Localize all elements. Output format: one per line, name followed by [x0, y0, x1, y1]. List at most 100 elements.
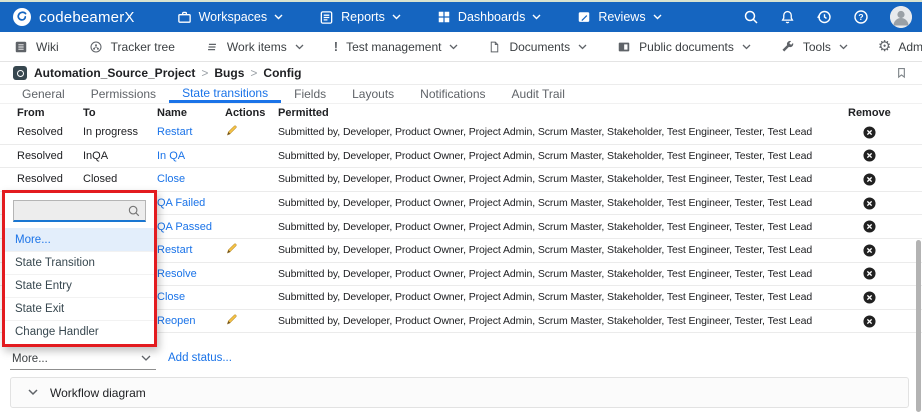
transition-link[interactable]: In QA: [157, 150, 185, 162]
dropdown-option-more[interactable]: More...: [5, 228, 154, 251]
remove-icon[interactable]: [863, 173, 876, 186]
remove-icon[interactable]: [863, 197, 876, 210]
header-actions: Actions: [225, 107, 278, 119]
more-select[interactable]: More...: [10, 348, 156, 370]
toolbar-item-tools[interactable]: Tools: [781, 40, 848, 54]
tab-notifications[interactable]: Notifications: [407, 85, 498, 103]
nav-menu-dashboards[interactable]: Dashboards: [437, 10, 541, 25]
toolbar-item-label: Wiki: [36, 40, 59, 54]
edit-pencil-icon[interactable]: [225, 124, 238, 137]
reports-icon: [319, 10, 334, 25]
transition-link[interactable]: Resolve: [157, 268, 197, 280]
breadcrumb: Automation_Source_Project > Bugs > Confi…: [0, 62, 922, 85]
breadcrumb-page[interactable]: Config: [263, 66, 301, 80]
bookmark-icon[interactable]: [895, 66, 908, 80]
nav-menu-label: Reviews: [598, 10, 645, 24]
help-icon[interactable]: ?: [853, 9, 869, 25]
nav-right-icons: ?: [743, 6, 912, 28]
search-icon[interactable]: [743, 9, 759, 25]
toolbar-item-label: Documents: [509, 40, 570, 54]
toolbar-item-work-items[interactable]: Work items: [205, 40, 304, 54]
remove-icon[interactable]: [863, 244, 876, 257]
table-row: Resolved InQA In QA Submitted by, Develo…: [0, 145, 922, 169]
more-select-label: More...: [12, 353, 48, 365]
breadcrumb-project[interactable]: Automation_Source_Project: [34, 66, 195, 80]
collapse-chevron-icon: [28, 389, 38, 396]
chevron-down-icon: [578, 44, 587, 50]
nav-menu-reports[interactable]: Reports: [319, 10, 401, 25]
cell-to: InQA: [83, 150, 157, 162]
breadcrumb-separator: >: [250, 66, 257, 80]
user-avatar[interactable]: [890, 6, 912, 28]
chevron-down-icon: [653, 14, 662, 20]
nav-menu-reviews[interactable]: Reviews: [577, 10, 661, 25]
cell-permitted: Submitted by, Developer, Product Owner, …: [278, 197, 832, 209]
dropdown-option-state-exit[interactable]: State Exit: [5, 297, 154, 320]
tab-audit-trail[interactable]: Audit Trail: [499, 85, 578, 103]
toolbar-item-documents[interactable]: Documents: [488, 40, 587, 54]
history-icon[interactable]: [816, 9, 832, 25]
logo-text: codebeamerX: [39, 9, 135, 26]
cell-permitted: Submitted by, Developer, Product Owner, …: [278, 244, 832, 256]
remove-icon[interactable]: [863, 149, 876, 162]
vertical-scrollbar-thumb[interactable]: [916, 240, 921, 412]
add-status-link[interactable]: Add status...: [168, 352, 232, 364]
svg-text:?: ?: [858, 12, 863, 22]
cell-from: Resolved: [17, 150, 83, 162]
dropdown-option-change-handler[interactable]: Change Handler: [5, 320, 154, 343]
header-permitted: Permitted: [278, 107, 832, 119]
codebeamer-logo[interactable]: codebeamerX: [12, 7, 135, 27]
chevron-down-icon: [742, 44, 751, 50]
breadcrumb-tracker[interactable]: Bugs: [214, 66, 244, 80]
table-row: Resolved In progress Restart Submitted b…: [0, 121, 922, 145]
transition-link[interactable]: Restart: [157, 126, 192, 138]
remove-icon[interactable]: [863, 220, 876, 233]
transition-link[interactable]: QA Passed: [157, 221, 212, 233]
toolbar-item-label: Work items: [227, 40, 287, 54]
notifications-icon[interactable]: [780, 9, 795, 25]
reviews-icon: [577, 10, 591, 24]
transition-link[interactable]: Restart: [157, 244, 192, 256]
toolbar-item-tracker-tree[interactable]: Tracker tree: [89, 40, 175, 54]
chevron-down-icon: [839, 44, 848, 50]
tab-general[interactable]: General: [9, 85, 78, 103]
cell-permitted: Submitted by, Developer, Product Owner, …: [278, 221, 832, 233]
project-toolbar: Wiki Tracker tree Work items Test manage…: [0, 32, 922, 62]
project-icon: [13, 66, 27, 80]
remove-icon[interactable]: [863, 315, 876, 328]
transition-link[interactable]: QA Failed: [157, 197, 205, 209]
header-remove: Remove: [832, 107, 907, 119]
edit-pencil-icon[interactable]: [225, 242, 238, 255]
chevron-down-icon: [532, 14, 541, 20]
remove-icon[interactable]: [863, 291, 876, 304]
remove-icon[interactable]: [863, 267, 876, 280]
workflow-diagram-section[interactable]: Workflow diagram: [10, 377, 909, 408]
toolbar-item-test-management[interactable]: Test management: [334, 39, 459, 54]
toolbar-item-wiki[interactable]: Wiki: [14, 40, 59, 54]
nav-menu-workspaces[interactable]: Workspaces: [177, 10, 284, 25]
remove-icon[interactable]: [863, 126, 876, 139]
dropdown-option-state-transition[interactable]: State Transition: [5, 251, 154, 274]
chevron-down-icon: [449, 44, 458, 50]
header-name: Name: [157, 107, 225, 119]
tab-layouts[interactable]: Layouts: [339, 85, 407, 103]
wiki-icon: [14, 40, 28, 54]
tab-state-transitions[interactable]: State transitions: [169, 85, 281, 103]
header-from: From: [17, 107, 83, 119]
admin-menu[interactable]: Admin: [878, 39, 922, 54]
edit-pencil-icon[interactable]: [225, 313, 238, 326]
transition-link[interactable]: Close: [157, 173, 185, 185]
toolbar-item-label: Tracker tree: [111, 40, 175, 54]
cell-permitted: Submitted by, Developer, Product Owner, …: [278, 173, 832, 185]
transition-link[interactable]: Reopen: [157, 315, 196, 327]
toolbar-item-public-documents[interactable]: Public documents: [617, 40, 751, 54]
toolbar-item-label: Test management: [346, 40, 441, 54]
chevron-down-icon: [274, 14, 283, 20]
cell-from: Resolved: [17, 173, 83, 185]
dropdown-option-state-entry[interactable]: State Entry: [5, 274, 154, 297]
tab-permissions[interactable]: Permissions: [78, 85, 169, 103]
dashboards-icon: [437, 10, 451, 24]
tab-fields[interactable]: Fields: [281, 85, 339, 103]
transition-link[interactable]: Close: [157, 291, 185, 303]
exclamation-icon: [334, 39, 338, 54]
